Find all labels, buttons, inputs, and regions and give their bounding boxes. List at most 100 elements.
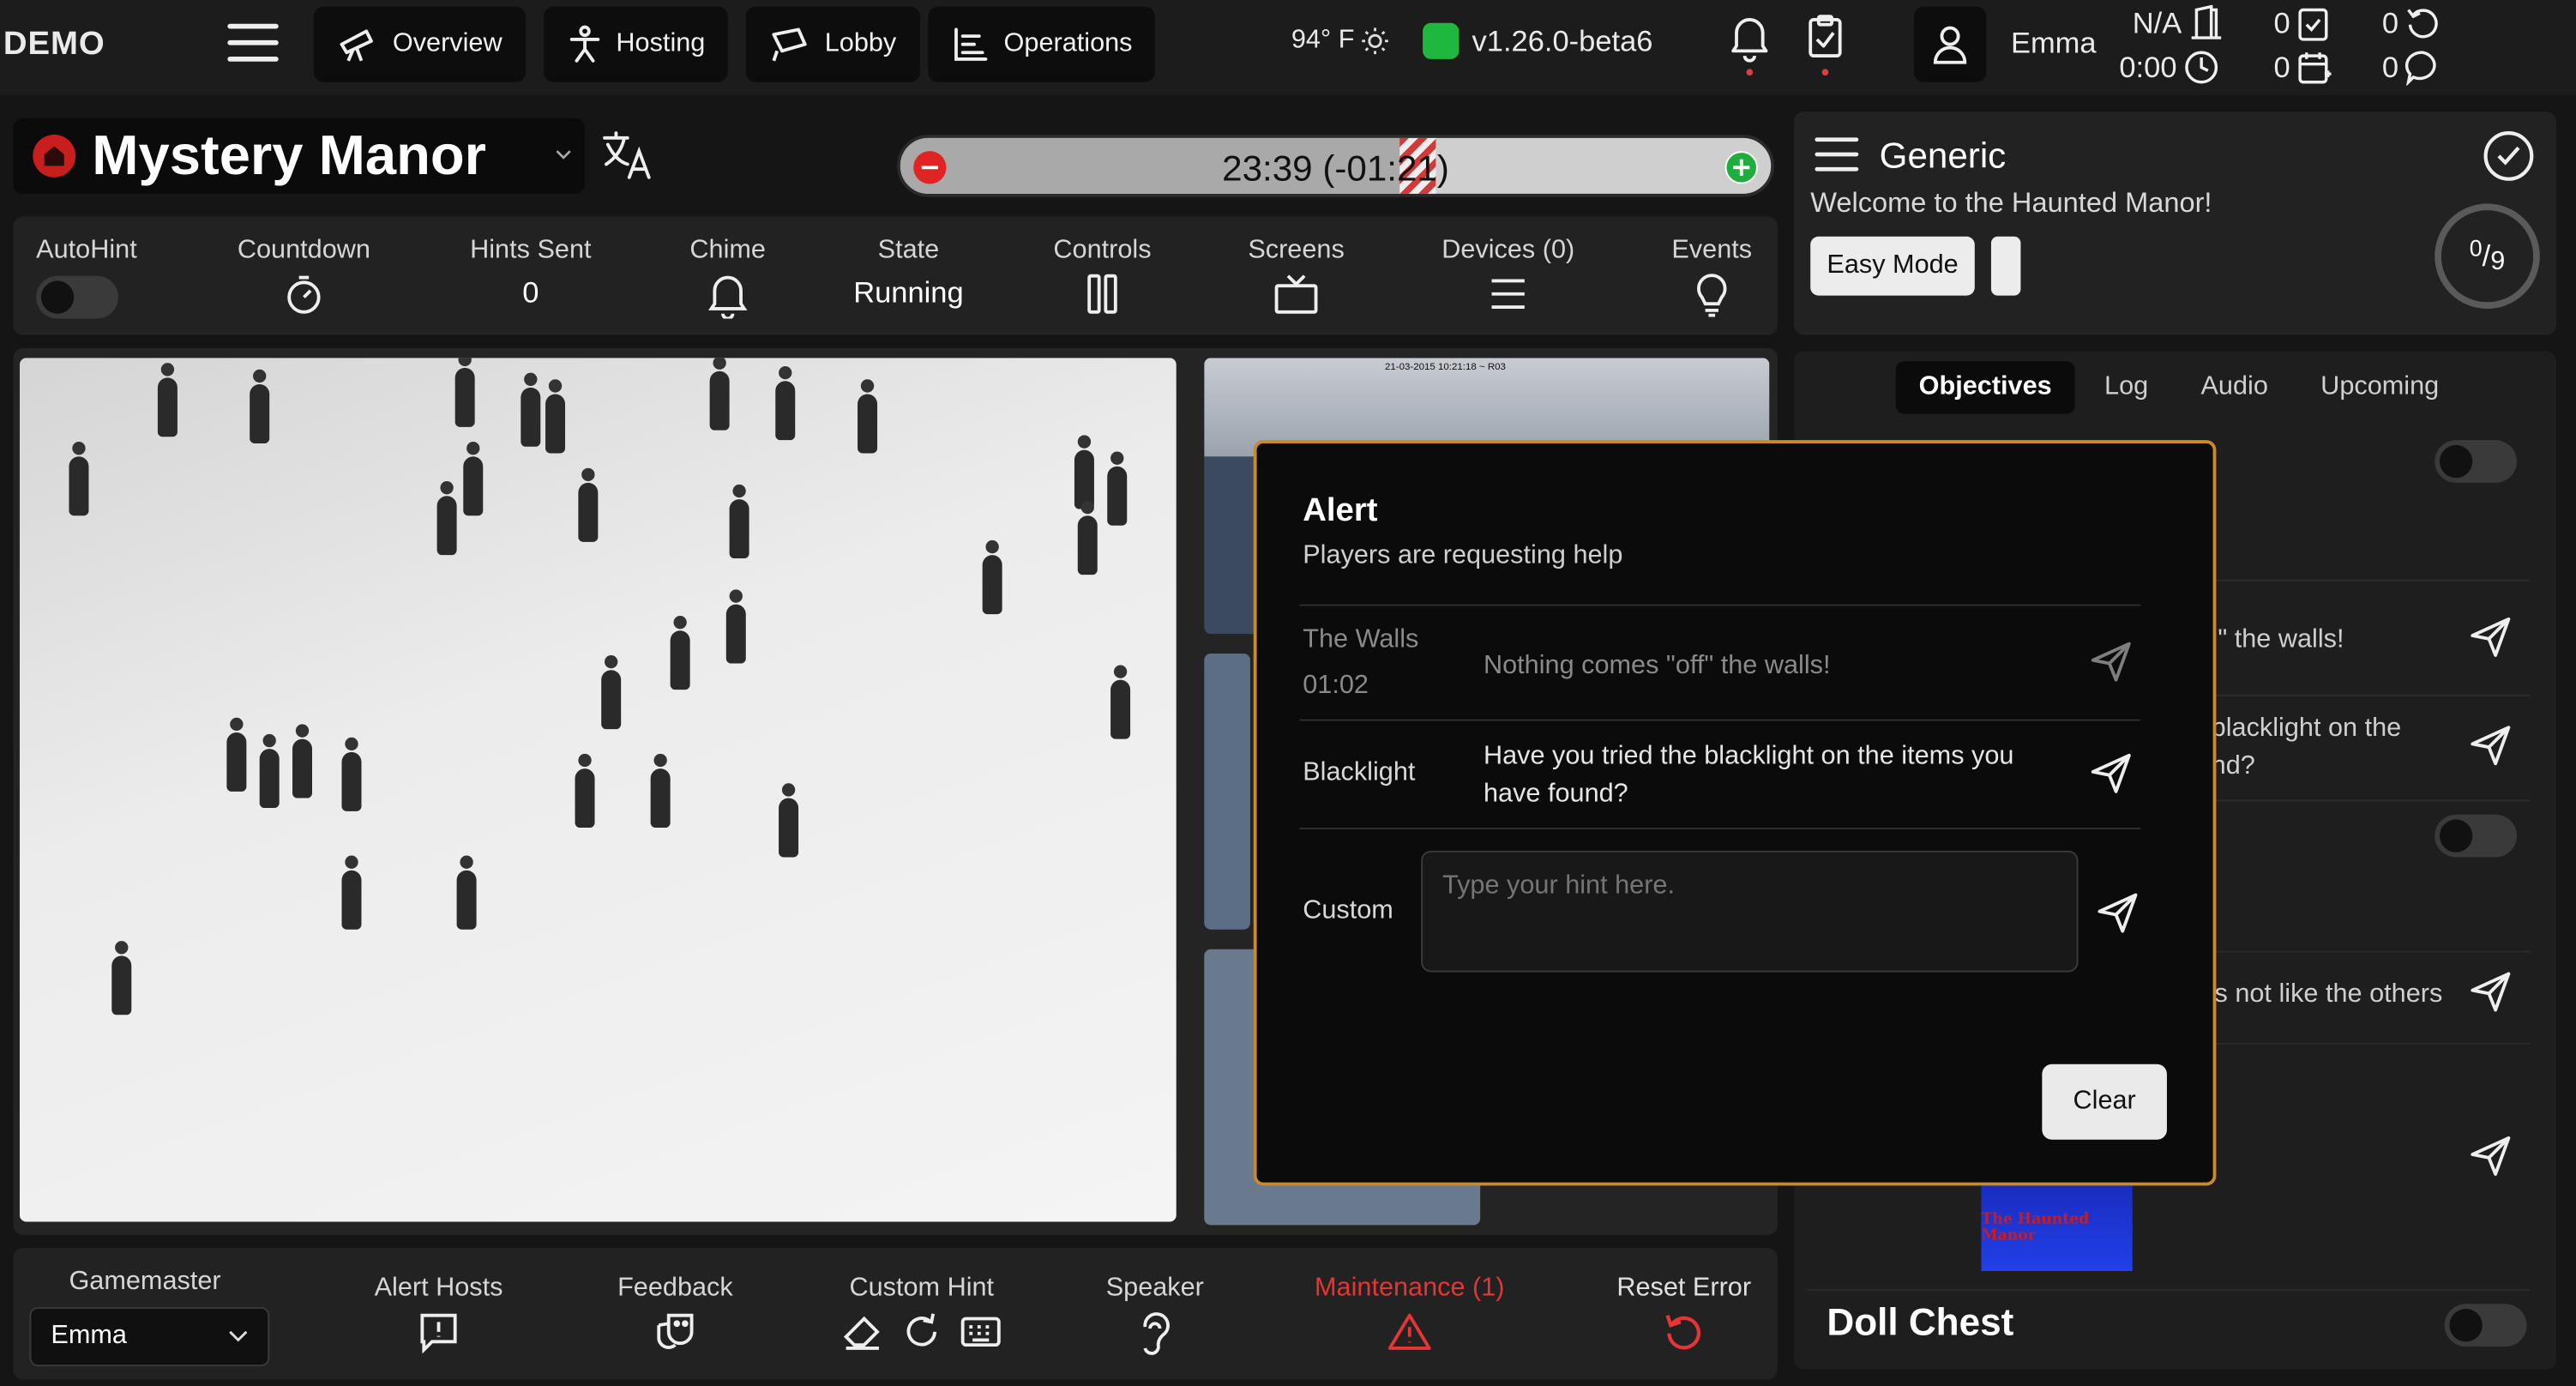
user-avatar-button[interactable]	[1913, 6, 1987, 82]
tab-log[interactable]: Log	[2081, 361, 2171, 413]
stopwatch-icon	[235, 273, 373, 316]
camera-feed-3[interactable]	[1204, 654, 1250, 930]
menu-icon[interactable]	[1814, 135, 1860, 174]
nav-lobby-button[interactable]: Lobby	[745, 6, 920, 82]
person-figure	[259, 733, 280, 809]
person-figure	[250, 369, 270, 443]
chat-icon	[2404, 49, 2441, 86]
tab-audio[interactable]: Audio	[2178, 361, 2291, 413]
translate-icon[interactable]	[601, 131, 653, 180]
temperature-display: 94° F	[1291, 27, 1391, 56]
bell-icon[interactable]	[1728, 13, 1771, 76]
doll-chest-toggle[interactable]	[2444, 1304, 2527, 1347]
objective-toggle[interactable]	[2435, 814, 2518, 858]
checklist-count: 0	[2273, 5, 2290, 39]
send-icon[interactable]	[2088, 639, 2134, 685]
reset-error-control[interactable]: Reset Error	[1610, 1275, 1757, 1353]
undo-icon	[2405, 5, 2441, 41]
objective-toggle[interactable]	[2435, 440, 2518, 483]
clear-button[interactable]: Clear	[2042, 1064, 2167, 1140]
alert-hosts-control[interactable]: Alert Hosts	[368, 1275, 509, 1353]
objective-title: Doll Chest	[1827, 1300, 2014, 1344]
gamemaster-label: Gamemaster	[69, 1268, 221, 1296]
pause-icon	[1044, 273, 1162, 316]
send-icon[interactable]	[2468, 614, 2514, 660]
person-figure	[1077, 500, 1098, 575]
person-figure	[775, 365, 796, 441]
custom-hint-input[interactable]	[1421, 850, 2079, 973]
camera-icon	[769, 25, 812, 64]
gamemaster-value: Emma	[51, 1322, 127, 1350]
events-control[interactable]: Events	[1666, 237, 1758, 319]
person-figure	[545, 379, 566, 454]
person-figure	[69, 442, 89, 516]
state-value: Running	[853, 275, 964, 309]
reset-count: 0	[2381, 5, 2399, 39]
tab-upcoming[interactable]: Upcoming	[2297, 361, 2462, 413]
custom-hint-label: Custom Hint	[849, 1274, 995, 1303]
state-label: State	[877, 236, 940, 265]
state-control: State Running	[843, 237, 974, 310]
alert-modal: Alert Players are requesting help The Wa…	[1253, 440, 2217, 1186]
chime-control[interactable]: Chime	[678, 237, 777, 319]
person-figure	[779, 783, 799, 858]
progress-denominator: 9	[2490, 248, 2506, 276]
send-icon[interactable]	[2468, 1133, 2514, 1179]
easy-mode-button[interactable]: Easy Mode	[1810, 236, 1975, 296]
game-timer-bar[interactable]: 23:39 (-01:21)	[897, 135, 1775, 197]
tv-icon	[1242, 273, 1350, 316]
custom-label: Custom	[1303, 896, 1393, 925]
bottom-bar: Gamemaster Emma Alert Hosts Feedback Cus…	[13, 1248, 1778, 1380]
refresh-icon[interactable]	[900, 1311, 943, 1353]
maintenance-control[interactable]: Maintenance (1)	[1304, 1275, 1514, 1353]
send-icon[interactable]	[2468, 722, 2514, 768]
hints-sent-control: Hints Sent 0	[465, 237, 596, 310]
tab-objectives[interactable]: Objectives	[1895, 361, 2075, 414]
countdown-control[interactable]: Countdown	[235, 237, 373, 316]
feedback-control[interactable]: Feedback	[615, 1275, 737, 1353]
time-label: 0:00	[2119, 50, 2177, 83]
send-icon[interactable]	[2095, 890, 2141, 937]
brand-logo: DEMO	[3, 26, 105, 63]
person-figure	[729, 484, 749, 558]
clipboard-check-icon[interactable]	[1804, 13, 1847, 76]
timer-minus-icon[interactable]	[913, 151, 947, 184]
mode-option-button[interactable]	[1990, 236, 2021, 296]
person-figure	[463, 442, 484, 516]
calendar-stat: 0	[2273, 49, 2332, 85]
autohint-toggle[interactable]	[36, 275, 118, 319]
game-selector[interactable]: Mystery Manor	[13, 118, 586, 194]
gamemaster-select[interactable]: Emma	[29, 1307, 270, 1367]
main-camera-feed[interactable]	[19, 358, 1177, 1222]
lightbulb-icon	[1666, 273, 1758, 319]
nav-hosting-label: Hosting	[616, 29, 706, 58]
send-icon[interactable]	[2468, 969, 2514, 1015]
hint-label: Blacklight	[1303, 758, 1416, 787]
timer-plus-icon[interactable]	[1724, 151, 1758, 184]
menu-icon[interactable]	[226, 20, 279, 66]
temperature-value: 94° F	[1291, 26, 1355, 55]
chime-label: Chime	[689, 236, 766, 265]
keyboard-icon[interactable]	[960, 1311, 1002, 1353]
check-circle-icon[interactable]	[2481, 128, 2537, 184]
person-icon	[567, 25, 603, 64]
hint-label: The Walls	[1303, 625, 1419, 654]
controls-control[interactable]: Controls	[1044, 237, 1162, 316]
screens-control[interactable]: Screens	[1242, 237, 1350, 316]
warning-icon	[1304, 1311, 1514, 1353]
controls-label: Controls	[1053, 236, 1152, 265]
autohint-control[interactable]: AutoHint	[36, 237, 137, 327]
na-stat: N/A	[2133, 4, 2224, 41]
speaker-control[interactable]: Speaker	[1101, 1275, 1209, 1357]
eraser-icon[interactable]	[841, 1311, 884, 1353]
nav-operations-button[interactable]: Operations	[928, 6, 1156, 82]
reset-error-label: Reset Error	[1616, 1274, 1752, 1303]
checklist-stat: 0	[2273, 5, 2329, 41]
send-icon[interactable]	[2088, 750, 2134, 797]
user-icon	[1930, 23, 1970, 66]
devices-control[interactable]: Devices (0)	[1434, 237, 1581, 316]
hint-row-blacklight: Blacklight Have you tried the blacklight…	[1299, 719, 2141, 828]
nav-overview-button[interactable]: Overview	[313, 6, 526, 82]
nav-hosting-button[interactable]: Hosting	[544, 6, 729, 82]
progress-numerator: 0	[2469, 234, 2483, 262]
